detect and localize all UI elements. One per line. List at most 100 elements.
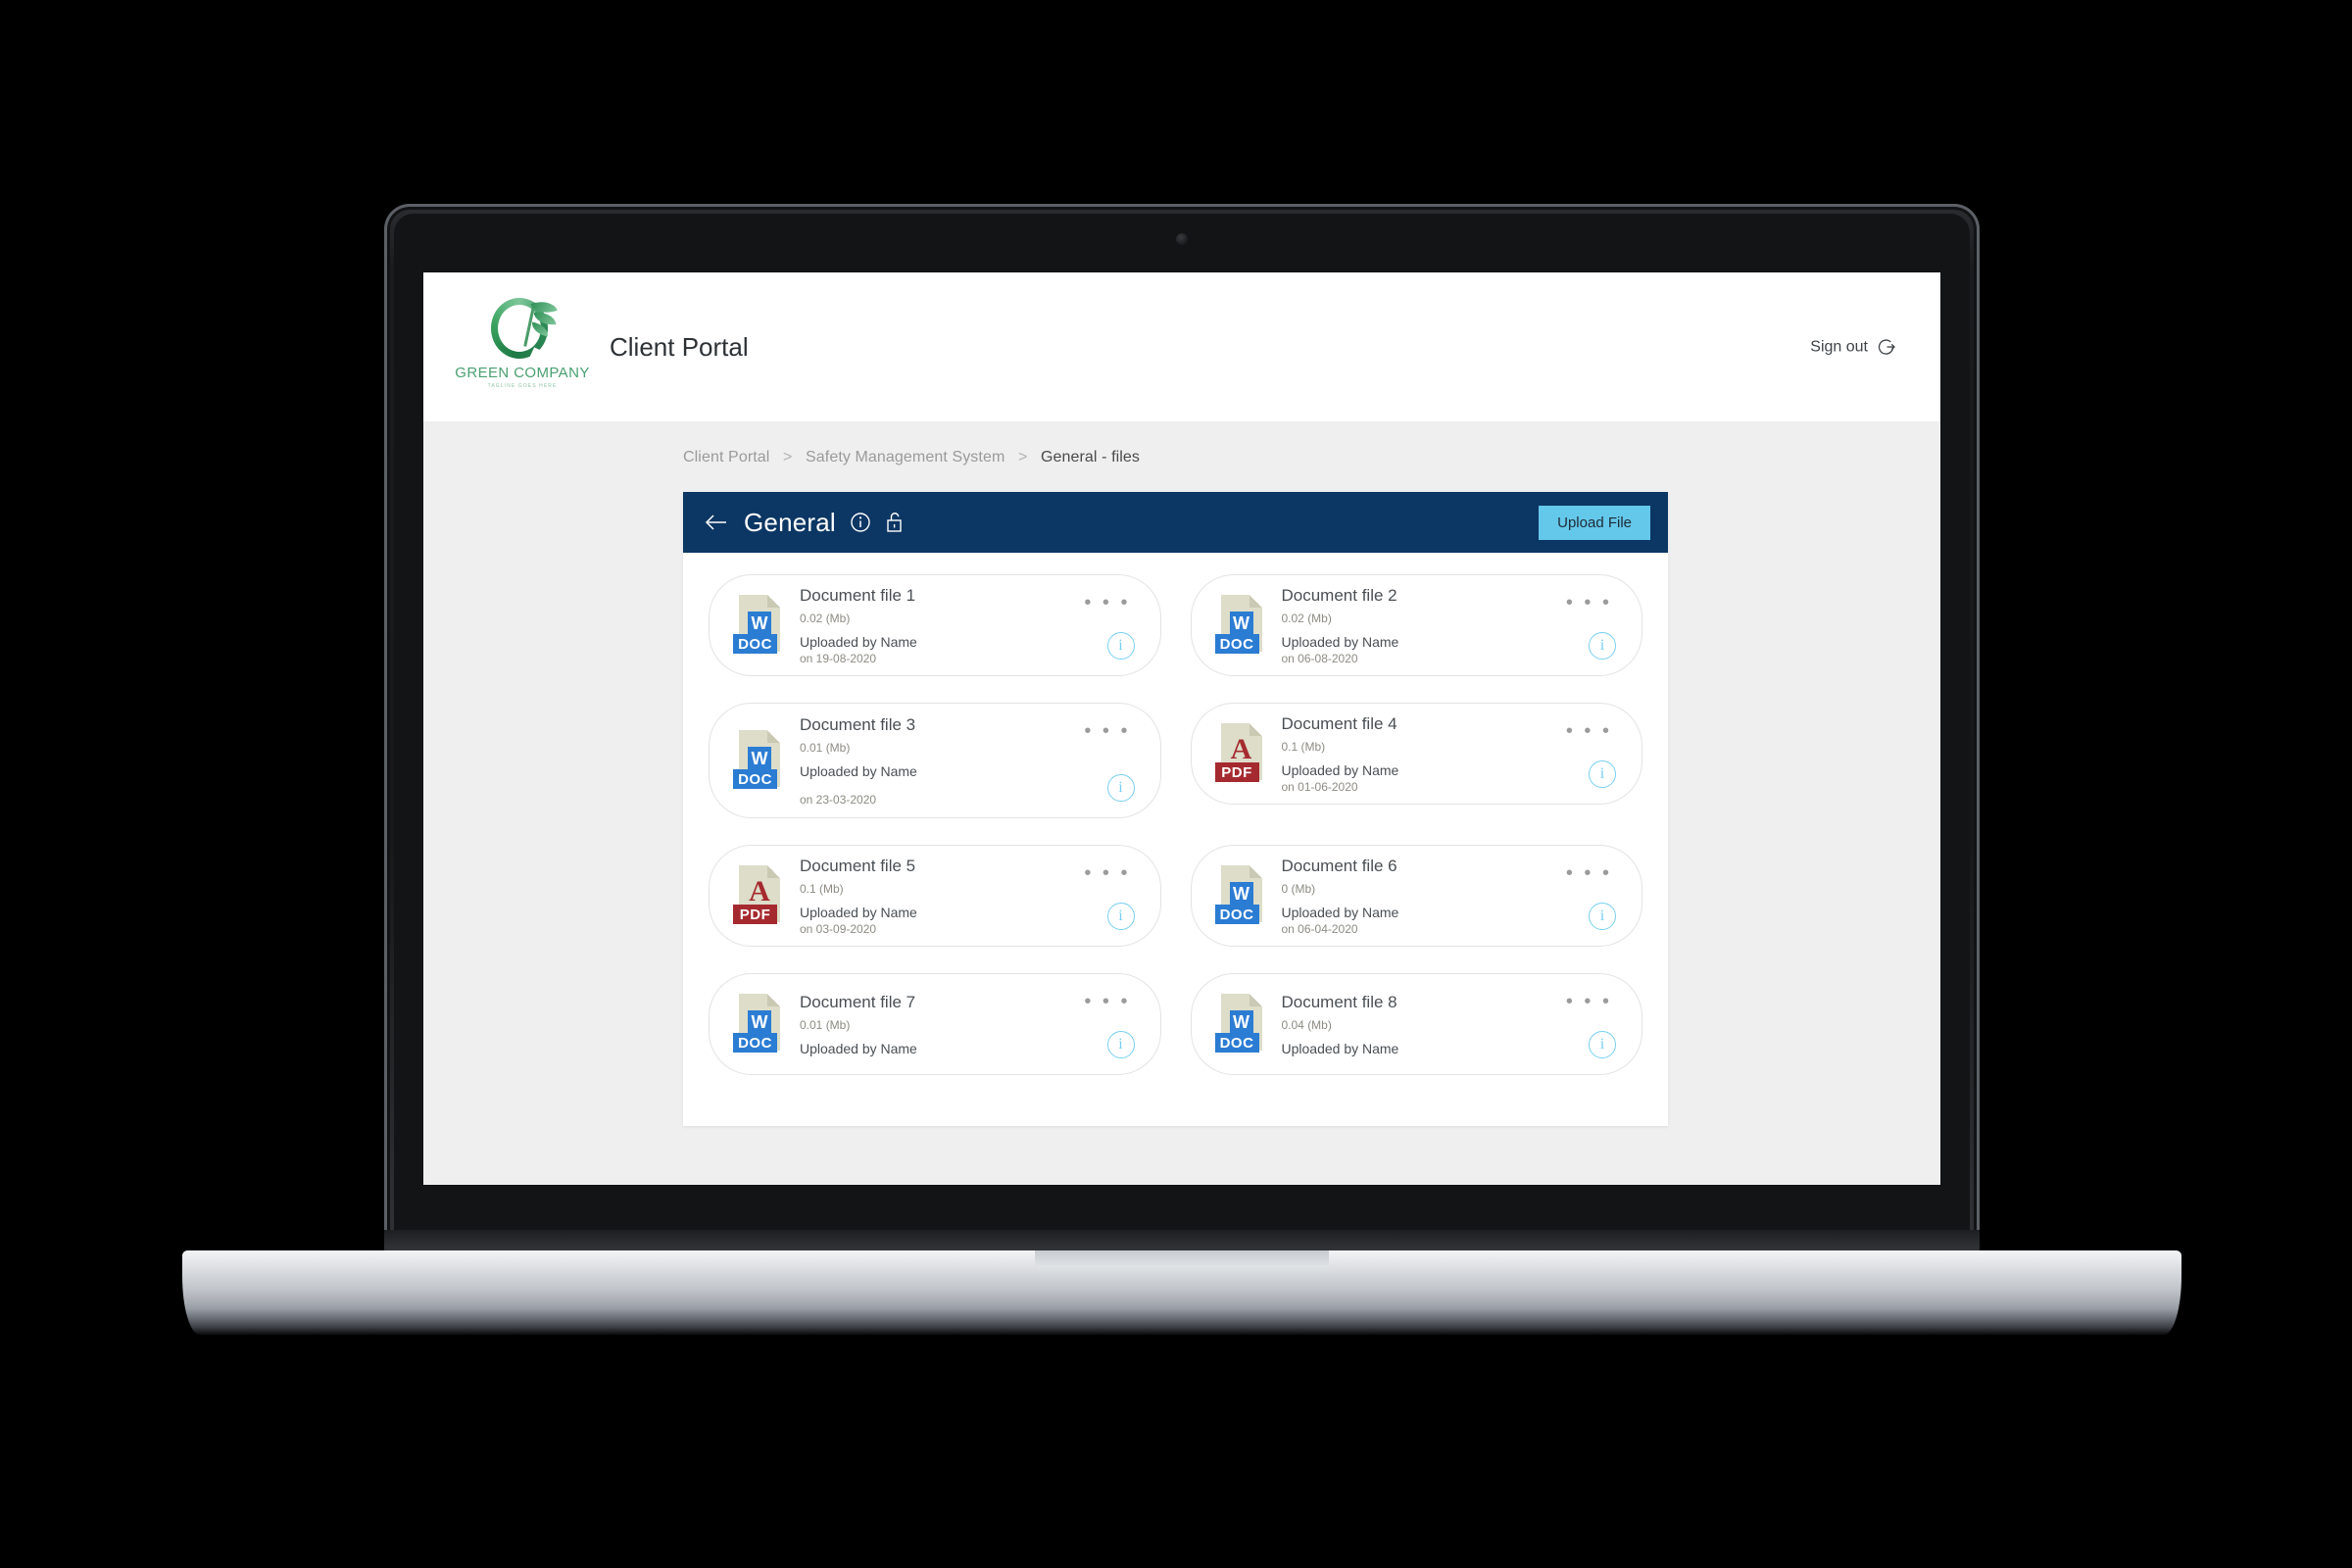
file-name: Document file 5 xyxy=(800,856,916,875)
file-uploader: Uploaded by Name xyxy=(1281,634,1399,651)
file-options-menu[interactable]: • • • xyxy=(1084,863,1130,883)
site-header: GREEN COMPANY TAGLINE GOES HERE Client P… xyxy=(423,272,1940,421)
brand[interactable]: GREEN COMPANY TAGLINE GOES HERE Client P… xyxy=(455,292,749,402)
panel-header: General Upload File xyxy=(683,492,1668,553)
file-options-menu[interactable]: • • • xyxy=(1566,721,1612,741)
file-meta: Document file 2 0.02 (Mb) Uploaded by Name… xyxy=(1282,585,1399,666)
laptop-screen: GREEN COMPANY TAGLINE GOES HERE Client P… xyxy=(423,272,1940,1185)
acrobat-glyph-icon: A xyxy=(1230,733,1252,765)
file-date: on 19-08-2020 xyxy=(800,652,877,666)
file-options-menu[interactable]: • • • xyxy=(1566,992,1612,1011)
file-name: Document file 4 xyxy=(1281,713,1397,733)
signout-button[interactable]: Sign out xyxy=(1810,338,1895,357)
breadcrumb-separator: > xyxy=(1017,449,1028,466)
webcam-icon xyxy=(1176,233,1188,245)
file-uploader: Uploaded by Name xyxy=(1281,1041,1399,1057)
file-info-icon[interactable]: i xyxy=(1106,632,1135,660)
file-size: 0 (Mb) xyxy=(1281,882,1316,897)
file-options-menu[interactable]: • • • xyxy=(1084,721,1130,741)
file-meta: Document file 7 0.01 (Mb) Uploaded by Name xyxy=(800,992,917,1057)
file-info-icon[interactable]: i xyxy=(1106,903,1135,930)
page-fold-icon xyxy=(767,730,780,743)
file-size: 0.01 (Mb) xyxy=(800,741,851,756)
breadcrumb-item-client-portal[interactable]: Client Portal xyxy=(683,449,769,466)
screenshot-stage: GREEN COMPANY TAGLINE GOES HERE Client P… xyxy=(0,0,2352,1568)
file-name: Document file 6 xyxy=(1281,856,1397,875)
unlock-icon[interactable] xyxy=(885,511,905,534)
file-uploader: Uploaded by Name xyxy=(1281,762,1399,779)
file-meta: Document file 8 0.04 (Mb) Uploaded by Name xyxy=(1282,992,1399,1057)
file-card[interactable]: W DOC Document file 1 0.02 (Mb) Uploaded by … xyxy=(709,574,1161,676)
file-type-band: DOC xyxy=(1214,905,1259,924)
signout-icon xyxy=(1878,339,1895,355)
file-meta: Document file 6 0 (Mb) Uploaded by Name on … xyxy=(1282,856,1399,937)
word-badge-icon: W xyxy=(1229,1010,1253,1034)
laptop-base xyxy=(182,1250,2181,1335)
file-name: Document file 2 xyxy=(1281,585,1397,605)
file-date: on 01-06-2020 xyxy=(1281,780,1358,795)
word-badge-icon: W xyxy=(748,747,771,770)
file-meta: Document file 3 0.01 (Mb) Uploaded by Name… xyxy=(800,714,917,808)
file-card-row: A PDF Document file 5 0.1 (Mb) Uploaded by N… xyxy=(709,845,1642,947)
word-file-icon: W DOC xyxy=(733,595,780,656)
word-file-icon: W DOC xyxy=(733,994,780,1054)
file-name: Document file 3 xyxy=(800,714,916,734)
file-options-menu[interactable]: • • • xyxy=(1084,992,1130,1011)
breadcrumb-item-general-files: General - files xyxy=(1040,449,1141,466)
page-fold-icon xyxy=(1249,994,1262,1006)
word-badge-icon: W xyxy=(748,612,771,635)
file-date: on 03-09-2020 xyxy=(800,922,877,937)
file-meta: Document file 4 0.1 (Mb) Uploaded by Name o… xyxy=(1282,713,1399,795)
file-date: on 06-08-2020 xyxy=(1281,652,1358,666)
file-type-band: DOC xyxy=(1214,1033,1259,1053)
file-info-icon[interactable]: i xyxy=(1589,632,1616,660)
file-date: on 23-03-2020 xyxy=(800,793,877,808)
file-options-menu[interactable]: • • • xyxy=(1566,593,1612,612)
file-uploader: Uploaded by Name xyxy=(800,634,917,651)
file-card[interactable]: W DOC Document file 2 0.02 (Mb) Uploaded by … xyxy=(1190,574,1642,676)
leaf-circle-logo-icon xyxy=(485,296,560,363)
laptop-lid: GREEN COMPANY TAGLINE GOES HERE Client P… xyxy=(384,204,1980,1254)
file-type-band: DOC xyxy=(733,1033,777,1053)
file-options-menu[interactable]: • • • xyxy=(1566,863,1612,883)
file-card[interactable]: A PDF Document file 5 0.1 (Mb) Uploaded by N… xyxy=(709,845,1161,947)
breadcrumb: Client Portal > Safety Management System… xyxy=(423,421,1940,466)
file-date: on 06-04-2020 xyxy=(1281,922,1358,937)
file-uploader: Uploaded by Name xyxy=(800,1041,917,1057)
upload-file-button[interactable]: Upload File xyxy=(1539,505,1650,540)
file-uploader: Uploaded by Name xyxy=(1281,905,1399,921)
word-file-icon: W DOC xyxy=(1214,994,1262,1054)
file-card[interactable]: W DOC Document file 8 0.04 (Mb) Uploaded by … xyxy=(1190,973,1642,1075)
file-card[interactable]: A PDF Document file 4 0.1 (Mb) Uploaded by N… xyxy=(1190,703,1642,805)
files-panel: General Upload File W DOC Document file … xyxy=(683,492,1668,1126)
file-type-band: DOC xyxy=(1214,634,1259,654)
info-icon[interactable] xyxy=(850,512,871,533)
word-file-icon: W DOC xyxy=(1214,865,1262,926)
back-arrow-icon[interactable] xyxy=(705,514,730,531)
file-card[interactable]: W DOC Document file 3 0.01 (Mb) Uploaded by … xyxy=(709,703,1161,818)
file-card[interactable]: W DOC Document file 7 0.01 (Mb) Uploaded by … xyxy=(709,973,1161,1075)
file-size: 0.1 (Mb) xyxy=(1281,740,1326,755)
file-card[interactable]: W DOC Document file 6 0 (Mb) Uploaded by Nam… xyxy=(1190,845,1642,947)
file-size: 0.02 (Mb) xyxy=(1281,612,1332,626)
logo-company-name: GREEN COMPANY xyxy=(455,365,590,381)
file-name: Document file 1 xyxy=(800,585,916,605)
file-info-icon[interactable]: i xyxy=(1106,1031,1135,1058)
word-badge-icon: W xyxy=(748,1010,771,1034)
file-card-row: W DOC Document file 1 0.02 (Mb) Uploaded by … xyxy=(709,574,1642,676)
panel-header-left: General xyxy=(705,508,905,538)
panel-title: General xyxy=(744,507,836,537)
file-type-band: PDF xyxy=(1214,762,1259,782)
file-type-band: DOC xyxy=(733,634,777,654)
file-info-icon[interactable]: i xyxy=(1589,903,1616,930)
page-fold-icon xyxy=(767,595,780,608)
pdf-file-icon: A PDF xyxy=(1214,723,1262,784)
file-info-icon[interactable]: i xyxy=(1589,760,1616,788)
breadcrumb-item-safety-management-system[interactable]: Safety Management System xyxy=(806,449,1004,466)
page-fold-icon xyxy=(1249,595,1262,608)
word-file-icon: W DOC xyxy=(1214,595,1262,656)
file-info-icon[interactable]: i xyxy=(1106,774,1135,802)
page-fold-icon xyxy=(1249,865,1262,878)
file-info-icon[interactable]: i xyxy=(1589,1031,1616,1058)
file-options-menu[interactable]: • • • xyxy=(1084,593,1130,612)
